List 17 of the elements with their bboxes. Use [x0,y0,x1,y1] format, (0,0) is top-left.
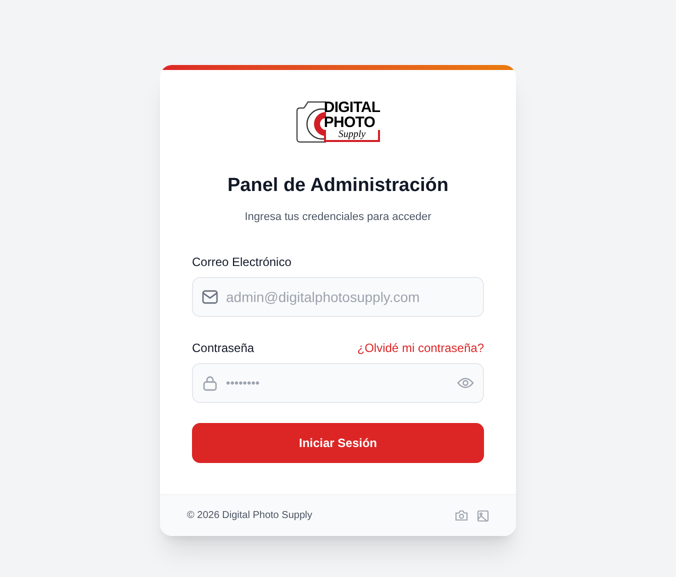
logo-tagline: Supply [324,130,380,142]
field-label: Correo Electrónico [192,254,292,271]
eye-icon[interactable] [457,377,474,389]
page-subtitle: Ingresa tus credenciales para acceder [244,210,432,224]
envelope-icon [202,290,218,304]
copyright-text: © 2026 Digital Photo Supply [187,509,312,523]
camera-icon [455,510,468,521]
image-icon [477,510,489,522]
password-field[interactable]: •••••••• [192,363,484,403]
page-title: Panel de Administración [227,174,448,198]
email-field[interactable]: admin@digitalphotosupply.com [192,277,484,317]
logo-text: DIGITAL [324,100,380,115]
forgot-password-link[interactable]: ¿Olvidé mi contraseña? [357,339,484,357]
field-label: Contraseña [192,340,254,357]
login-button[interactable]: Iniciar Sesión [192,423,484,463]
logo-text: PHOTO [324,115,376,130]
lock-icon [202,375,218,391]
